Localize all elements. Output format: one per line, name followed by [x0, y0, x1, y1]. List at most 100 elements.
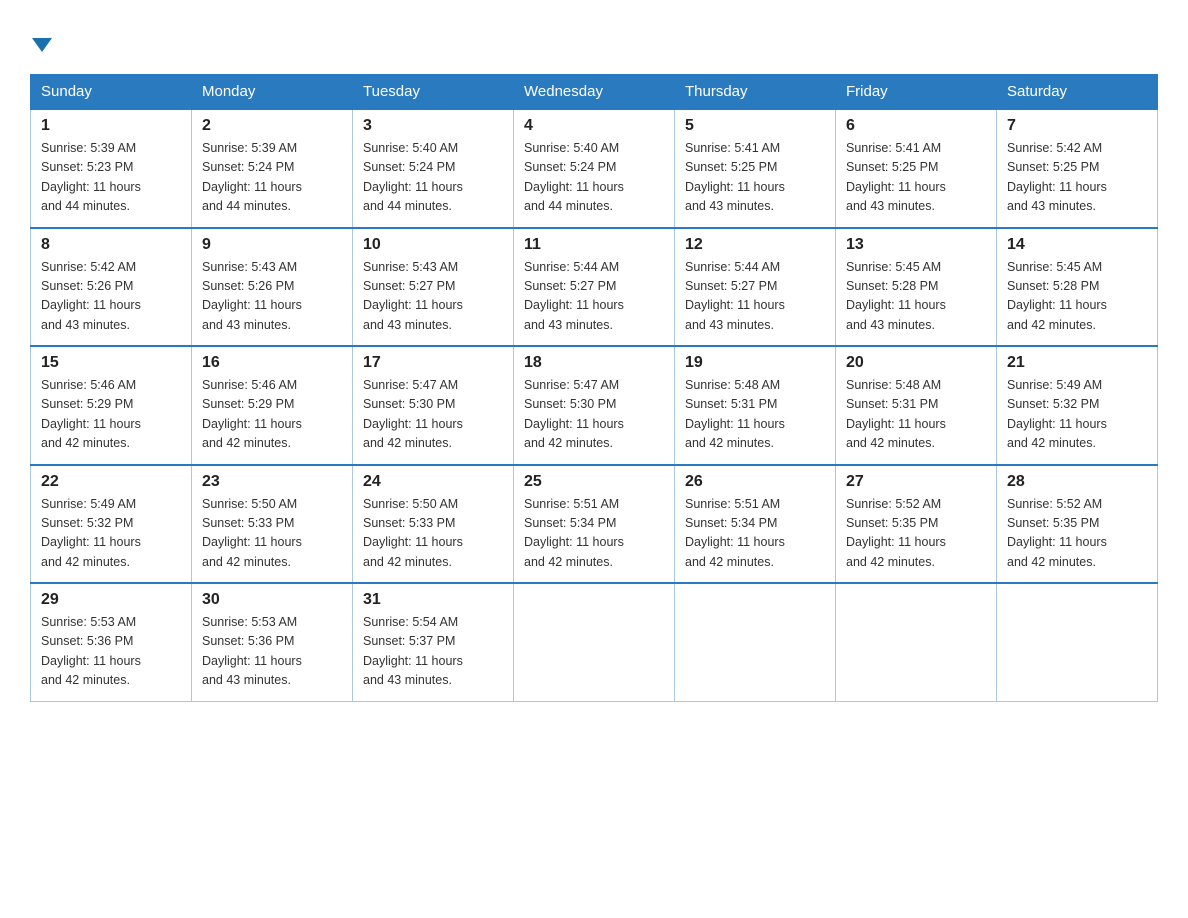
day-number: 18: [524, 354, 664, 372]
day-info: Sunrise: 5:49 AMSunset: 5:32 PMDaylight:…: [41, 497, 141, 569]
day-number: 5: [685, 117, 825, 135]
calendar-cell: 6 Sunrise: 5:41 AMSunset: 5:25 PMDayligh…: [836, 109, 997, 228]
day-info: Sunrise: 5:45 AMSunset: 5:28 PMDaylight:…: [846, 260, 946, 332]
day-number: 17: [363, 354, 503, 372]
weekday-header-monday: Monday: [192, 75, 353, 110]
day-info: Sunrise: 5:43 AMSunset: 5:27 PMDaylight:…: [363, 260, 463, 332]
weekday-header-thursday: Thursday: [675, 75, 836, 110]
day-info: Sunrise: 5:40 AMSunset: 5:24 PMDaylight:…: [363, 141, 463, 213]
calendar-cell: 30 Sunrise: 5:53 AMSunset: 5:36 PMDaylig…: [192, 583, 353, 701]
calendar-cell: 19 Sunrise: 5:48 AMSunset: 5:31 PMDaylig…: [675, 346, 836, 465]
day-number: 22: [41, 473, 181, 491]
calendar-cell: 16 Sunrise: 5:46 AMSunset: 5:29 PMDaylig…: [192, 346, 353, 465]
day-number: 27: [846, 473, 986, 491]
calendar-cell: 7 Sunrise: 5:42 AMSunset: 5:25 PMDayligh…: [997, 109, 1158, 228]
day-info: Sunrise: 5:44 AMSunset: 5:27 PMDaylight:…: [524, 260, 624, 332]
day-number: 12: [685, 236, 825, 254]
calendar-cell: 9 Sunrise: 5:43 AMSunset: 5:26 PMDayligh…: [192, 228, 353, 347]
day-number: 23: [202, 473, 342, 491]
calendar-cell: 13 Sunrise: 5:45 AMSunset: 5:28 PMDaylig…: [836, 228, 997, 347]
calendar-cell: [675, 583, 836, 701]
calendar-cell: 11 Sunrise: 5:44 AMSunset: 5:27 PMDaylig…: [514, 228, 675, 347]
day-info: Sunrise: 5:41 AMSunset: 5:25 PMDaylight:…: [846, 141, 946, 213]
day-number: 8: [41, 236, 181, 254]
day-info: Sunrise: 5:51 AMSunset: 5:34 PMDaylight:…: [685, 497, 785, 569]
day-number: 28: [1007, 473, 1147, 491]
calendar-cell: 23 Sunrise: 5:50 AMSunset: 5:33 PMDaylig…: [192, 465, 353, 584]
calendar-cell: 5 Sunrise: 5:41 AMSunset: 5:25 PMDayligh…: [675, 109, 836, 228]
day-number: 16: [202, 354, 342, 372]
calendar-cell: 4 Sunrise: 5:40 AMSunset: 5:24 PMDayligh…: [514, 109, 675, 228]
day-number: 21: [1007, 354, 1147, 372]
calendar-cell: 18 Sunrise: 5:47 AMSunset: 5:30 PMDaylig…: [514, 346, 675, 465]
calendar-cell: 2 Sunrise: 5:39 AMSunset: 5:24 PMDayligh…: [192, 109, 353, 228]
day-number: 14: [1007, 236, 1147, 254]
weekday-header-saturday: Saturday: [997, 75, 1158, 110]
header: [30, 20, 1158, 60]
logo: [30, 20, 52, 60]
week-row-3: 15 Sunrise: 5:46 AMSunset: 5:29 PMDaylig…: [31, 346, 1158, 465]
day-number: 1: [41, 117, 181, 135]
week-row-2: 8 Sunrise: 5:42 AMSunset: 5:26 PMDayligh…: [31, 228, 1158, 347]
day-number: 3: [363, 117, 503, 135]
calendar-cell: 31 Sunrise: 5:54 AMSunset: 5:37 PMDaylig…: [353, 583, 514, 701]
day-number: 31: [363, 591, 503, 609]
week-row-1: 1 Sunrise: 5:39 AMSunset: 5:23 PMDayligh…: [31, 109, 1158, 228]
calendar-cell: 22 Sunrise: 5:49 AMSunset: 5:32 PMDaylig…: [31, 465, 192, 584]
day-number: 19: [685, 354, 825, 372]
day-number: 15: [41, 354, 181, 372]
logo-text: [30, 28, 52, 60]
day-info: Sunrise: 5:50 AMSunset: 5:33 PMDaylight:…: [202, 497, 302, 569]
day-info: Sunrise: 5:48 AMSunset: 5:31 PMDaylight:…: [685, 378, 785, 450]
day-info: Sunrise: 5:44 AMSunset: 5:27 PMDaylight:…: [685, 260, 785, 332]
day-info: Sunrise: 5:46 AMSunset: 5:29 PMDaylight:…: [202, 378, 302, 450]
calendar-cell: 25 Sunrise: 5:51 AMSunset: 5:34 PMDaylig…: [514, 465, 675, 584]
day-info: Sunrise: 5:47 AMSunset: 5:30 PMDaylight:…: [363, 378, 463, 450]
day-info: Sunrise: 5:43 AMSunset: 5:26 PMDaylight:…: [202, 260, 302, 332]
day-number: 9: [202, 236, 342, 254]
weekday-header-sunday: Sunday: [31, 75, 192, 110]
day-info: Sunrise: 5:53 AMSunset: 5:36 PMDaylight:…: [41, 615, 141, 687]
calendar-cell: 8 Sunrise: 5:42 AMSunset: 5:26 PMDayligh…: [31, 228, 192, 347]
day-number: 29: [41, 591, 181, 609]
calendar-table: SundayMondayTuesdayWednesdayThursdayFrid…: [30, 74, 1158, 702]
calendar-cell: 14 Sunrise: 5:45 AMSunset: 5:28 PMDaylig…: [997, 228, 1158, 347]
day-number: 13: [846, 236, 986, 254]
day-number: 11: [524, 236, 664, 254]
logo-triangle-icon: [32, 38, 52, 52]
day-number: 6: [846, 117, 986, 135]
calendar-cell: 1 Sunrise: 5:39 AMSunset: 5:23 PMDayligh…: [31, 109, 192, 228]
day-info: Sunrise: 5:39 AMSunset: 5:23 PMDaylight:…: [41, 141, 141, 213]
weekday-header-wednesday: Wednesday: [514, 75, 675, 110]
calendar-cell: 10 Sunrise: 5:43 AMSunset: 5:27 PMDaylig…: [353, 228, 514, 347]
day-number: 24: [363, 473, 503, 491]
weekday-header-friday: Friday: [836, 75, 997, 110]
week-row-5: 29 Sunrise: 5:53 AMSunset: 5:36 PMDaylig…: [31, 583, 1158, 701]
calendar-cell: 24 Sunrise: 5:50 AMSunset: 5:33 PMDaylig…: [353, 465, 514, 584]
day-number: 26: [685, 473, 825, 491]
calendar-cell: 28 Sunrise: 5:52 AMSunset: 5:35 PMDaylig…: [997, 465, 1158, 584]
calendar-cell: [514, 583, 675, 701]
day-info: Sunrise: 5:46 AMSunset: 5:29 PMDaylight:…: [41, 378, 141, 450]
day-number: 7: [1007, 117, 1147, 135]
day-info: Sunrise: 5:42 AMSunset: 5:25 PMDaylight:…: [1007, 141, 1107, 213]
calendar-cell: [997, 583, 1158, 701]
day-info: Sunrise: 5:47 AMSunset: 5:30 PMDaylight:…: [524, 378, 624, 450]
day-info: Sunrise: 5:52 AMSunset: 5:35 PMDaylight:…: [1007, 497, 1107, 569]
day-info: Sunrise: 5:52 AMSunset: 5:35 PMDaylight:…: [846, 497, 946, 569]
day-number: 10: [363, 236, 503, 254]
calendar-cell: [836, 583, 997, 701]
day-info: Sunrise: 5:42 AMSunset: 5:26 PMDaylight:…: [41, 260, 141, 332]
day-number: 25: [524, 473, 664, 491]
calendar-cell: 17 Sunrise: 5:47 AMSunset: 5:30 PMDaylig…: [353, 346, 514, 465]
calendar-cell: 21 Sunrise: 5:49 AMSunset: 5:32 PMDaylig…: [997, 346, 1158, 465]
calendar-cell: 26 Sunrise: 5:51 AMSunset: 5:34 PMDaylig…: [675, 465, 836, 584]
calendar-cell: 27 Sunrise: 5:52 AMSunset: 5:35 PMDaylig…: [836, 465, 997, 584]
day-number: 20: [846, 354, 986, 372]
day-info: Sunrise: 5:53 AMSunset: 5:36 PMDaylight:…: [202, 615, 302, 687]
calendar-cell: 12 Sunrise: 5:44 AMSunset: 5:27 PMDaylig…: [675, 228, 836, 347]
day-info: Sunrise: 5:49 AMSunset: 5:32 PMDaylight:…: [1007, 378, 1107, 450]
calendar-cell: 3 Sunrise: 5:40 AMSunset: 5:24 PMDayligh…: [353, 109, 514, 228]
day-number: 4: [524, 117, 664, 135]
day-info: Sunrise: 5:39 AMSunset: 5:24 PMDaylight:…: [202, 141, 302, 213]
